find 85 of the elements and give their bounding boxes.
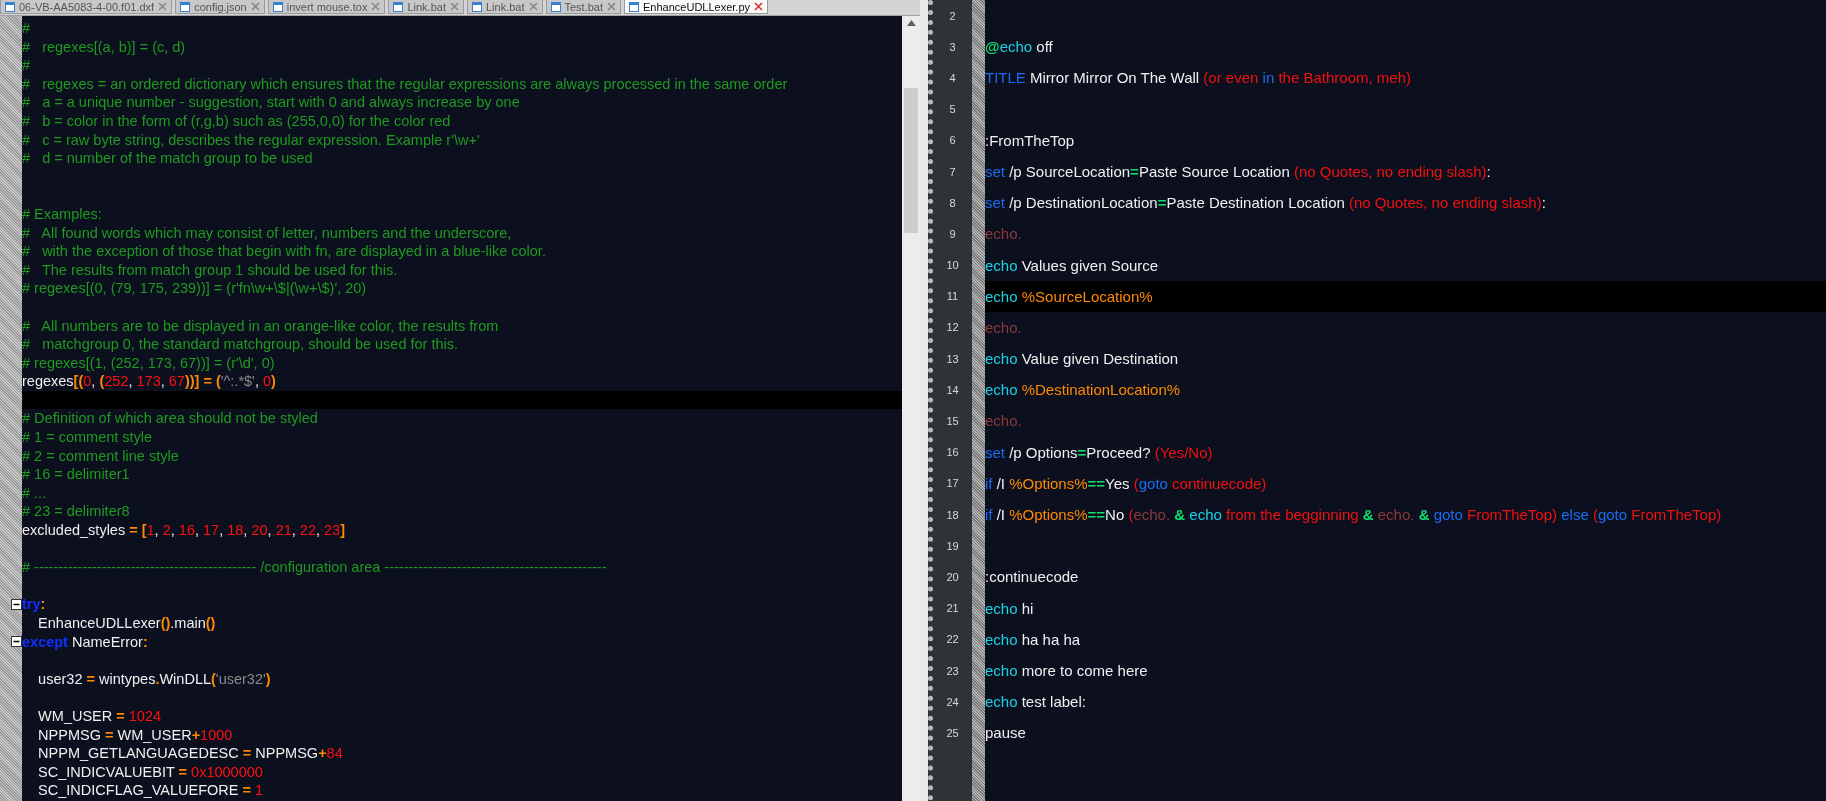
line-number: 20 <box>946 570 959 583</box>
line-number: 13 <box>946 352 959 365</box>
code-line: excluded_styles = [1, 2, 16, 17, 18, 20, 21, 22, 23] <box>22 521 346 540</box>
line-number: 24 <box>946 695 959 708</box>
code-line: # 1 = comment style <box>22 428 154 447</box>
code-line: echo. <box>985 317 1023 338</box>
code-line: # All numbers are to be displayed in an orange-like color, the results from <box>22 316 500 336</box>
file-tab[interactable]: invert mouse.tox <box>267 0 386 14</box>
file-tab[interactable]: config.json <box>175 0 265 14</box>
code-line: SC_INDICVALUEBIT = 0x1000000 <box>37 762 264 782</box>
code-line: EnhanceUDLLexer().main() <box>37 614 217 633</box>
code-line: # ... <box>22 483 48 503</box>
code-line: # All found words which may consist of letter, numbers and the underscore, <box>22 223 513 243</box>
code-line: # regexes[(a, b)] = (c, d) <box>22 37 187 57</box>
line-number: 9 <box>949 227 956 240</box>
code-line: # Definition of which area should not be styled <box>22 409 319 429</box>
code-line: :FromTheTop <box>985 130 1076 151</box>
code-line: try: <box>22 595 47 614</box>
code-line: # The results from match group 1 should be used for this. <box>22 260 399 280</box>
code-line: except NameError: <box>22 632 149 652</box>
line-number: 5 <box>949 103 956 116</box>
code-line: # a = a unique number - suggestion, start with 0 and always increase by one <box>22 93 521 112</box>
code-line: echo Values given Source <box>985 255 1160 276</box>
code-line: echo. <box>985 411 1023 432</box>
file-tab[interactable]: Link.bat <box>388 0 464 14</box>
code-line: # Examples: <box>22 204 103 224</box>
code-line: # <box>22 19 32 38</box>
line-number: 16 <box>946 446 959 459</box>
code-line: # regexes = an ordered dictionary which ensures that the regular expressions are always processed in the same order <box>22 74 789 94</box>
code-line: regexes[(0, (252, 173, 67))] = ('^:.*$', 0) <box>22 372 277 391</box>
code-line: echo. <box>985 224 1023 245</box>
line-number: 8 <box>949 196 956 209</box>
code-line: NPPM_GETLANGUAGEDESC = NPPMSG+84 <box>37 744 344 763</box>
code-line: # matchgroup 0, the standard matchgroup, should be used for this. <box>22 335 460 354</box>
line-number: 10 <box>946 259 959 272</box>
code-line: if /I %Options%==No (echo. & echo from the begginning & echo. & goto FromTheTop) else (goto FromTheTop) <box>985 505 1723 525</box>
code-line: set /p DestinationLocation=Paste Destination Location (no Quotes, no ending slash): <box>985 193 1547 214</box>
file-tab[interactable]: 06-VB-AA5083-4-00.f01.dxf <box>0 0 173 14</box>
code-line: # 16 = delimiter1 <box>22 465 131 484</box>
code-line: # ---------------------------------------------- /configuration area ---------------------------------------------- <box>22 558 608 577</box>
code-line: echo hi <box>985 598 1035 619</box>
code-line: pause <box>985 723 1027 744</box>
line-number: 23 <box>946 664 959 677</box>
line-number: 11 <box>946 290 959 303</box>
line-number: 12 <box>946 321 959 334</box>
line-number: 17 <box>946 477 959 490</box>
code-line: NPPMSG = WM_USER+1000 <box>37 725 234 745</box>
line-number: 3 <box>949 40 956 53</box>
code-line: user32 = wintypes.WinDLL('user32') <box>37 669 272 689</box>
code-line: # d = number of the match group to be used <box>22 149 314 168</box>
line-number: 14 <box>946 383 959 396</box>
code-line: WM_USER = 1024 <box>37 706 163 726</box>
line-number: 25 <box>946 726 959 739</box>
line-number: 7 <box>949 165 956 178</box>
line-number: 15 <box>946 415 959 428</box>
code-line: echo more to come here <box>985 660 1149 681</box>
line-number: 4 <box>949 71 956 84</box>
code-line: echo %DestinationLocation% <box>985 380 1182 401</box>
code-line: # 23 = delimiter8 <box>22 502 131 522</box>
line-number: 2 <box>949 9 956 22</box>
line-number: 6 <box>949 134 956 147</box>
file-tab[interactable]: Test.bat <box>545 0 622 14</box>
code-line: set /p Options=Proceed? (Yes/No) <box>985 442 1214 463</box>
code-line: if /I %Options%==Yes (goto continuecode) <box>985 473 1268 494</box>
code-line: :continuecode <box>985 567 1080 588</box>
code-line: echo test label: <box>985 692 1087 713</box>
code-line: echo Value given Destination <box>985 349 1180 370</box>
code-line: # <box>22 56 32 75</box>
code-line: # regexes[(1, (252, 173, 67))] = (r'\d', 0) <box>22 353 276 373</box>
code-line: # c = raw byte string, describes the regular expression. Example r'\w+' <box>22 130 481 150</box>
code-line: # b = color in the form of (r,g,b) such as (255,0,0) for the color red <box>22 111 452 131</box>
line-number: 19 <box>946 539 959 552</box>
file-tab[interactable]: EnhanceUDLLexer.py <box>624 0 769 14</box>
line-number: 21 <box>946 602 959 615</box>
code-line: echo ha ha ha <box>985 629 1082 650</box>
code-line: SC_INDICFLAG_VALUEFORE = 1 <box>37 781 265 800</box>
code-line: # regexes[(0, (79, 175, 239))] = (r'fn\w+\$|(\w+\$)', 20) <box>22 279 368 298</box>
code-line: # 2 = comment line style <box>22 446 180 466</box>
line-number: 18 <box>946 508 959 521</box>
code-line: set /p SourceLocation=Paste Source Location (no Quotes, no ending slash): <box>985 161 1492 182</box>
code-line: # with the exception of those that begin with fn, are displayed in a blue-like color. <box>22 242 547 261</box>
code-line: TITLE Mirror Mirror On The Wall (or even in the Bathroom, meh) <box>985 68 1412 89</box>
line-number: 22 <box>946 633 959 646</box>
file-tab[interactable]: Link.bat <box>466 0 543 14</box>
code-line: @echo off <box>985 37 1054 58</box>
